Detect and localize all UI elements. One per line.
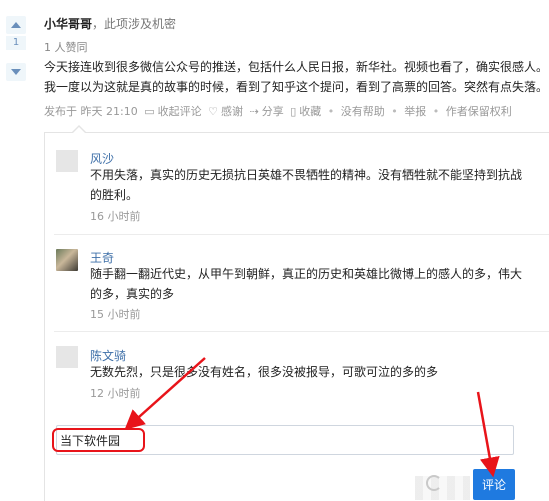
arrow-to-input	[124, 357, 206, 430]
annotation-arrows	[124, 357, 500, 478]
arrow-to-submit	[476, 391, 500, 478]
